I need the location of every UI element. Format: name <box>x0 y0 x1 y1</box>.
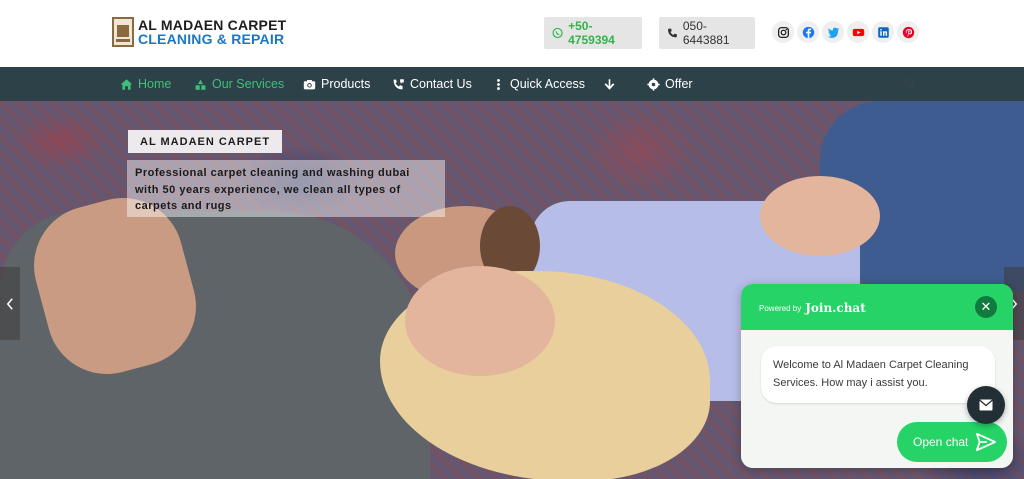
chat-widget: Powered by Join.chat ✕ Welcome to Al Mad… <box>741 284 1013 468</box>
social-links <box>772 21 919 43</box>
hero-photo-woman-face <box>405 266 555 376</box>
nav-label-our-services: Our Services <box>212 77 285 91</box>
logo-line1: AL MADAEN CARPET <box>138 17 287 33</box>
hero-description: Professional carpet cleaning and washing… <box>127 160 445 217</box>
whatsapp-icon <box>552 27 563 39</box>
site-header: AL MADAEN CARPET CLEANING & REPAIR +50-4… <box>0 0 1024 67</box>
nav-item-products[interactable]: Products <box>303 67 370 101</box>
nav-item-our-services[interactable]: Our Services <box>194 67 284 101</box>
camera-icon <box>303 79 316 89</box>
youtube-icon[interactable] <box>847 21 869 43</box>
linkedin-icon[interactable] <box>872 21 894 43</box>
main-nav: Home Our Services Products Contact Us Qu… <box>0 67 1024 101</box>
vertical-dots-icon <box>497 78 500 90</box>
nav-item-home[interactable]: Home <box>120 67 171 101</box>
whatsapp-button[interactable]: +50-4759394 <box>544 17 642 49</box>
chat-header: Powered by Join.chat ✕ <box>741 284 1013 330</box>
nav-label-quick-access: Quick Access <box>510 77 586 91</box>
chat-powered-by: Powered by Join.chat <box>759 301 866 315</box>
phone-button[interactable]: 050-6443881 <box>659 17 755 49</box>
hero-badge: AL MADAEN CARPET <box>128 130 283 153</box>
instagram-icon[interactable] <box>772 21 794 43</box>
nav-label-products: Products <box>321 77 371 91</box>
nav-item-quick-access[interactable]: Quick Access <box>492 67 585 101</box>
chat-powered-label: Powered by <box>759 303 802 313</box>
close-icon: ✕ <box>980 299 992 314</box>
facebook-icon[interactable] <box>797 21 819 43</box>
nav-item-contact-us[interactable]: Contact Us <box>392 67 472 101</box>
phone-number: 050-6443881 <box>682 19 730 47</box>
pinterest-icon[interactable] <box>897 21 919 43</box>
services-icon <box>195 79 206 90</box>
nav-label-contact-us: Contact Us <box>410 77 472 91</box>
gear-icon <box>647 77 660 91</box>
search-icon[interactable] <box>904 77 918 91</box>
contact-icon <box>393 78 404 89</box>
twitter-icon[interactable] <box>822 21 844 43</box>
logo-text: AL MADAEN CARPET CLEANING & REPAIR <box>138 18 286 46</box>
envelope-icon <box>979 399 993 411</box>
nav-label-home: Home <box>138 77 172 91</box>
nav-label-offer: Offer <box>665 77 693 91</box>
home-icon <box>120 78 133 90</box>
open-chat-button[interactable]: Open chat <box>897 422 1007 462</box>
site-logo[interactable]: AL MADAEN CARPET CLEANING & REPAIR <box>112 17 286 47</box>
hero-photo-hand <box>760 176 880 256</box>
open-chat-label: Open chat <box>913 435 969 449</box>
phone-icon <box>668 28 677 38</box>
logo-emblem-icon <box>112 17 134 47</box>
whatsapp-number: +50-4759394 <box>568 19 615 47</box>
nav-item-offer[interactable]: Offer <box>647 67 693 101</box>
arrow-down-icon <box>604 78 615 90</box>
chat-toggle-button[interactable] <box>967 386 1005 424</box>
chevron-left-icon <box>6 297 13 310</box>
chat-close-button[interactable]: ✕ <box>975 296 997 318</box>
nav-item-more-dropdown[interactable] <box>603 67 621 101</box>
chat-message: Welcome to Al Madaen Carpet Cleaning Ser… <box>761 346 995 403</box>
send-icon <box>976 432 996 452</box>
chat-brand[interactable]: Join.chat <box>805 301 866 315</box>
logo-line2: CLEANING & REPAIR <box>138 31 285 47</box>
slider-prev-button[interactable] <box>0 267 20 340</box>
